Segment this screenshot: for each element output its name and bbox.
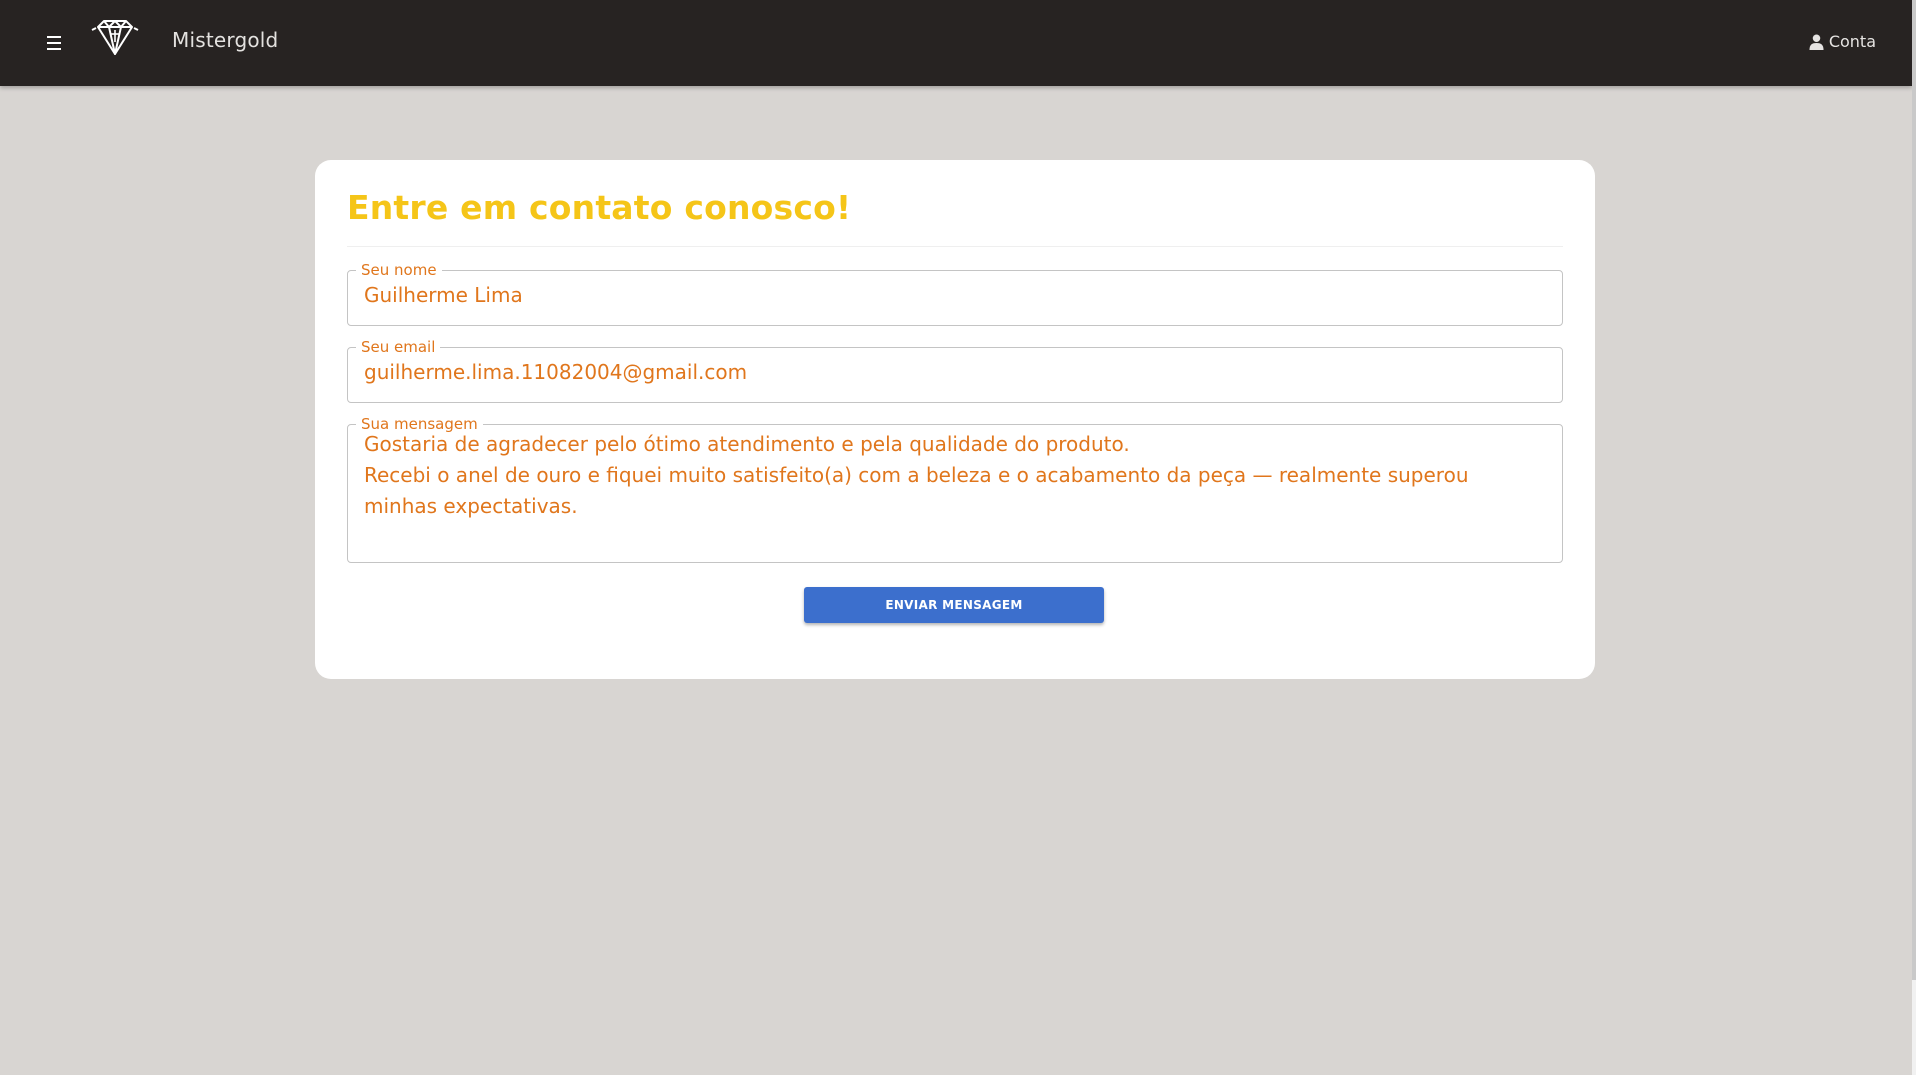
title-divider	[347, 246, 1563, 247]
email-field-label: Seu email	[361, 338, 436, 356]
message-field[interactable]: Sua mensagem Gostaria de agradecer pelo …	[347, 417, 1563, 563]
top-navigation-bar: Mistergold Conta	[0, 0, 1912, 86]
message-line: Gostaria de agradecer pelo ótimo atendim…	[364, 432, 1130, 456]
account-link[interactable]: Conta	[1809, 32, 1876, 51]
email-input[interactable]	[364, 358, 1546, 386]
page-scrollbar[interactable]	[1912, 0, 1916, 1075]
name-input[interactable]	[364, 281, 1546, 309]
user-icon	[1809, 34, 1824, 50]
message-line: Recebi o anel de ouro e fiquei muito sat…	[364, 463, 1469, 518]
diamond-logo-icon[interactable]	[90, 18, 140, 58]
account-label: Conta	[1828, 32, 1876, 51]
name-field-label: Seu nome	[361, 261, 437, 279]
page-title: Entre em contato conosco!	[347, 188, 852, 227]
name-field[interactable]: Seu nome	[347, 263, 1563, 326]
hamburger-menu-icon[interactable]	[44, 32, 66, 54]
contact-card: Entre em contato conosco! Seu nome Seu e…	[315, 160, 1595, 679]
scrollbar-thumb[interactable]	[1912, 0, 1916, 980]
brand-name[interactable]: Mistergold	[172, 28, 278, 52]
send-message-button[interactable]: ENVIAR MENSAGEM	[804, 587, 1104, 623]
email-field[interactable]: Seu email	[347, 340, 1563, 403]
message-textarea[interactable]: Gostaria de agradecer pelo ótimo atendim…	[364, 429, 1546, 522]
page: Mistergold Conta Entre em contato conosc…	[0, 0, 1916, 1075]
